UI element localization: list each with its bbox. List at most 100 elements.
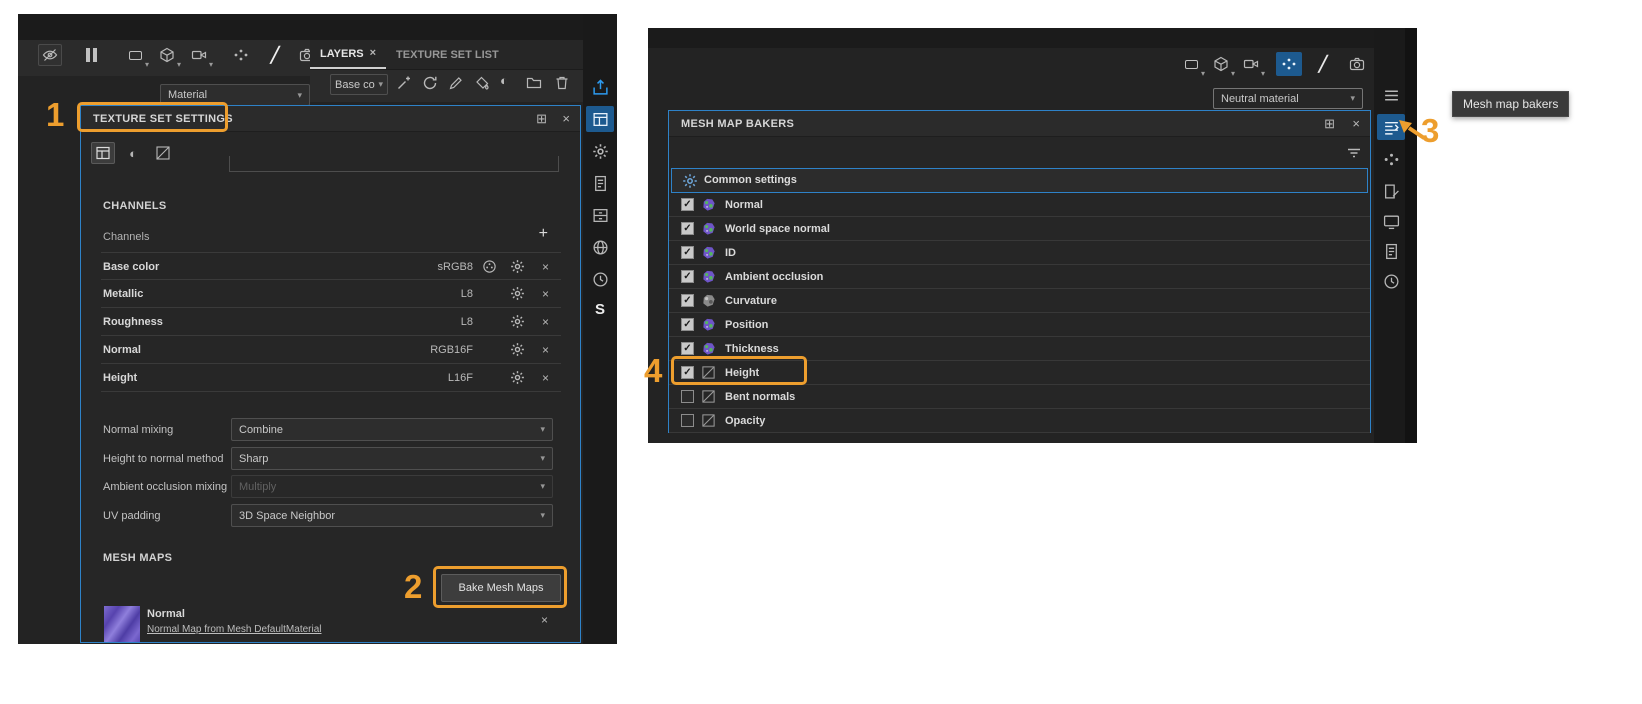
- tab-settings-mesh[interactable]: [151, 142, 175, 164]
- refresh-button[interactable]: [422, 75, 438, 91]
- chevron-down-icon: ▾: [1200, 69, 1205, 78]
- export-button[interactable]: [586, 74, 614, 100]
- brush-tool-button[interactable]: ╱: [262, 43, 288, 67]
- baker-name: World space normal: [725, 223, 830, 235]
- close-icon[interactable]: ×: [542, 261, 549, 273]
- filter-icon: [1346, 145, 1362, 161]
- display-settings-button[interactable]: [586, 138, 614, 164]
- dock-icon[interactable]: ⊞: [536, 111, 547, 127]
- close-icon[interactable]: ×: [562, 111, 570, 126]
- brush-icon: ╱: [1318, 56, 1328, 73]
- chevron-down-icon: ▾: [378, 79, 383, 89]
- baker-row[interactable]: Bent normals: [669, 385, 1370, 409]
- paint-bucket-icon: [474, 75, 490, 91]
- baker-checkbox[interactable]: ✓: [681, 318, 694, 331]
- material-dropdown[interactable]: Neutral material ▾: [1213, 88, 1363, 109]
- geometry-tool-button[interactable]: ▾: [1208, 52, 1235, 78]
- toggle-visibility-button[interactable]: [38, 44, 62, 66]
- baker-row[interactable]: ✓ Curvature: [669, 289, 1370, 313]
- filter-button[interactable]: [1346, 145, 1362, 161]
- close-icon[interactable]: ×: [370, 48, 376, 59]
- normal-mixing-dropdown[interactable]: Combine ▾: [231, 418, 553, 441]
- common-settings-row[interactable]: Common settings: [671, 168, 1368, 193]
- delete-button[interactable]: [554, 75, 570, 91]
- particles-tool-button[interactable]: [228, 43, 254, 67]
- dock-icon[interactable]: ⊞: [1324, 116, 1335, 132]
- gear-icon[interactable]: [510, 342, 525, 357]
- substance-logo: S: [594, 300, 605, 318]
- baker-checkbox[interactable]: ✓: [681, 270, 694, 283]
- shelf-button[interactable]: [586, 202, 614, 228]
- baker-checkbox[interactable]: ✓: [681, 342, 694, 355]
- tab-texture-set-list[interactable]: TEXTURE SET LIST: [386, 40, 509, 69]
- close-icon[interactable]: ×: [1352, 116, 1360, 131]
- channel-row: Normal RGB16F ×: [101, 336, 561, 364]
- wand-button[interactable]: [396, 75, 412, 91]
- baker-row[interactable]: ✓ ID: [669, 241, 1370, 265]
- texture-set-settings-button[interactable]: [586, 106, 614, 132]
- baker-icon: [701, 341, 716, 356]
- fill-button[interactable]: [474, 75, 490, 91]
- blend-mode-dropdown[interactable]: Base co ▾: [330, 74, 388, 95]
- baker-checkbox[interactable]: [681, 414, 694, 427]
- pause-icon[interactable]: [86, 48, 97, 62]
- baker-checkbox[interactable]: ✓: [681, 294, 694, 307]
- close-icon[interactable]: ×: [541, 614, 548, 626]
- close-icon[interactable]: ×: [542, 372, 549, 384]
- brush-tool-button[interactable]: ╱: [1310, 52, 1336, 76]
- export-icon: [592, 79, 609, 96]
- notes-button[interactable]: [1377, 178, 1405, 204]
- document-icon: [1383, 243, 1400, 260]
- baker-row[interactable]: Opacity: [669, 409, 1370, 433]
- close-icon[interactable]: ×: [542, 344, 549, 356]
- pencil-button[interactable]: [448, 75, 464, 91]
- camera-view-tool-button[interactable]: ▾: [1238, 52, 1265, 78]
- tab-layers[interactable]: LAYERS ×: [310, 40, 387, 69]
- history-button[interactable]: [586, 266, 614, 292]
- tab-settings-general[interactable]: [91, 142, 115, 164]
- dropdown-value: Sharp: [239, 452, 269, 465]
- display-icon: [1383, 213, 1400, 230]
- viewer-button[interactable]: [586, 234, 614, 260]
- baker-row[interactable]: ✓ Normal: [669, 193, 1370, 217]
- shader-settings-button[interactable]: [586, 170, 614, 196]
- close-icon[interactable]: ×: [542, 288, 549, 300]
- folder-button[interactable]: [526, 75, 542, 91]
- tab-label: LAYERS: [320, 47, 364, 60]
- chevron-down-icon: ▾: [1350, 93, 1355, 103]
- baker-row[interactable]: ✓ World space normal: [669, 217, 1370, 241]
- baker-checkbox[interactable]: ✓: [681, 246, 694, 259]
- uv-padding-dropdown[interactable]: 3D Space Neighbor ▾: [231, 504, 553, 527]
- camera-view-tool-button[interactable]: ▾: [186, 43, 213, 69]
- rectangle-tool-button[interactable]: ▾: [1178, 52, 1205, 78]
- add-channel-button[interactable]: +: [539, 225, 548, 243]
- geometry-tool-button[interactable]: ▾: [154, 43, 181, 69]
- baker-checkbox[interactable]: ✓: [681, 222, 694, 235]
- texture-set-list-button[interactable]: [1377, 82, 1405, 108]
- baker-checkbox[interactable]: [681, 390, 694, 403]
- baker-checkbox[interactable]: ✓: [681, 198, 694, 211]
- history-button[interactable]: [1377, 268, 1405, 294]
- particles-panel-button[interactable]: [1377, 146, 1405, 172]
- baker-name: Ambient occlusion: [725, 271, 824, 283]
- particles-tool-button[interactable]: [1276, 52, 1302, 76]
- height-to-normal-dropdown[interactable]: Sharp ▾: [231, 447, 553, 470]
- gear-icon[interactable]: [510, 314, 525, 329]
- mask-button[interactable]: ◐: [500, 73, 508, 88]
- gear-icon[interactable]: [510, 259, 525, 274]
- texture-set-settings-panel: TEXTURE SET SETTINGS ⊞ × ◐ CHANNELS Chan…: [80, 105, 581, 643]
- gear-icon[interactable]: [510, 370, 525, 385]
- baker-icon: [701, 293, 716, 308]
- truncated-control: [229, 156, 559, 172]
- camera-capture-button[interactable]: [1344, 52, 1370, 76]
- log-button[interactable]: [1377, 238, 1405, 264]
- gear-icon[interactable]: [510, 286, 525, 301]
- baker-row[interactable]: ✓ Position: [669, 313, 1370, 337]
- cube-icon: [159, 47, 175, 63]
- baker-row[interactable]: ✓ Ambient occlusion: [669, 265, 1370, 289]
- close-icon[interactable]: ×: [542, 316, 549, 328]
- rectangle-tool-button[interactable]: ▾: [122, 43, 149, 69]
- tab-settings-channels[interactable]: ◐: [121, 142, 145, 164]
- baker-name: Normal: [725, 199, 763, 211]
- display-settings-button[interactable]: [1377, 208, 1405, 234]
